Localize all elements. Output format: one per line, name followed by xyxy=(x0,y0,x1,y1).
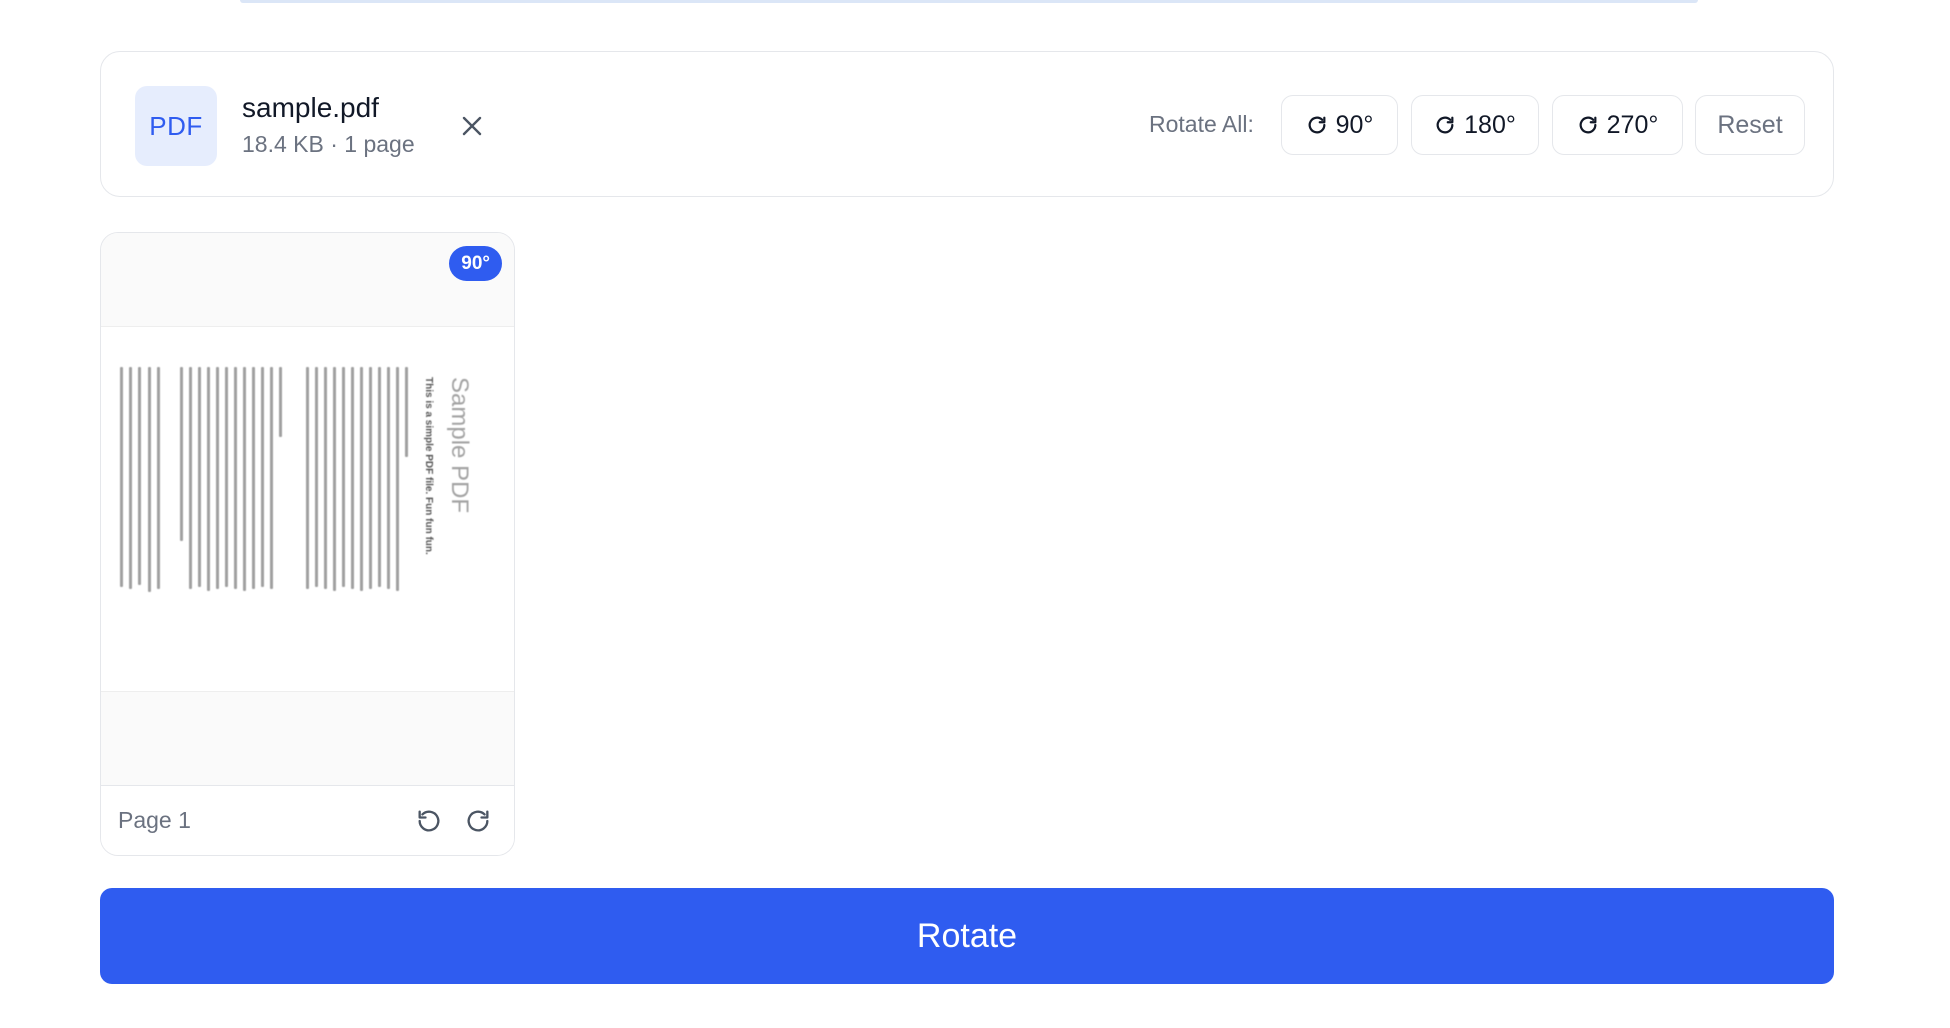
rotate-left-button[interactable] xyxy=(412,804,446,838)
close-icon xyxy=(462,116,482,136)
preview-text-line xyxy=(225,367,228,587)
preview-subtitle: This is a simple PDF file. Fun fun fun. xyxy=(423,377,434,555)
preview-text-line xyxy=(198,367,201,587)
rotate-all-270-label: 270° xyxy=(1606,110,1659,139)
preview-text-line xyxy=(396,367,399,591)
preview-text-line xyxy=(324,367,327,589)
remove-file-button[interactable] xyxy=(456,110,488,142)
preview-text-line xyxy=(138,367,141,585)
preview-text-line xyxy=(189,367,192,589)
page-label: Page 1 xyxy=(118,807,191,833)
preview-text-line xyxy=(129,367,132,589)
rotate-ccw-icon xyxy=(418,810,440,832)
rotate-all-180-button[interactable]: 180° xyxy=(1411,95,1539,155)
page-card[interactable]: This is a simple PDF file. Fun fun fun. … xyxy=(100,232,515,856)
rotate-submit-button[interactable]: Rotate xyxy=(100,888,1834,984)
file-meta: 18.4 KB · 1 page xyxy=(242,131,415,157)
preview-text-line xyxy=(315,367,318,587)
rotate-cw-icon xyxy=(1579,116,1597,134)
preview-text-line xyxy=(351,367,354,589)
preview-text-line xyxy=(120,367,123,587)
rotate-all-270-button[interactable]: 270° xyxy=(1552,95,1683,155)
preview-text-line xyxy=(216,367,219,589)
rotate-all-label: Rotate All: xyxy=(1149,111,1254,137)
top-divider xyxy=(240,0,1698,3)
preview-text-line xyxy=(279,367,282,437)
pdf-file-icon: PDF xyxy=(135,86,217,166)
preview-text-line xyxy=(207,367,210,591)
rotate-cw-icon xyxy=(467,810,489,832)
rotate-all-90-label: 90° xyxy=(1335,110,1374,139)
rotate-all-180-label: 180° xyxy=(1464,110,1516,139)
preview-text-line xyxy=(342,367,345,587)
page-footer: Page 1 xyxy=(101,785,514,855)
reset-label: Reset xyxy=(1717,110,1783,139)
pdf-badge-label: PDF xyxy=(149,110,203,141)
page-thumbnail: This is a simple PDF file. Fun fun fun. … xyxy=(101,233,514,785)
preview-text-line xyxy=(306,367,309,589)
preview-text-line xyxy=(405,367,408,457)
rotate-cw-icon xyxy=(1436,116,1454,134)
rotated-page-content xyxy=(120,367,420,652)
page-preview: This is a simple PDF file. Fun fun fun. … xyxy=(101,326,514,692)
preview-text-line xyxy=(369,367,372,589)
file-name: sample.pdf xyxy=(242,92,379,123)
preview-text-line xyxy=(180,367,183,541)
preview-title: Sample PDF xyxy=(446,377,473,514)
rotate-submit-label: Rotate xyxy=(916,916,1018,955)
file-card: PDF sample.pdf 18.4 KB · 1 page Rotate A… xyxy=(100,51,1834,197)
preview-text-line xyxy=(378,367,381,587)
rotate-cw-icon xyxy=(1308,116,1326,134)
preview-text-line xyxy=(157,367,160,589)
preview-text-line xyxy=(387,367,390,589)
rotate-right-button[interactable] xyxy=(461,804,495,838)
rotation-angle-badge: 90° xyxy=(449,246,502,281)
preview-text-line xyxy=(360,367,363,591)
preview-text-line xyxy=(261,367,264,587)
preview-text-line xyxy=(148,367,151,592)
rotate-all-90-button[interactable]: 90° xyxy=(1281,95,1398,155)
preview-text-line xyxy=(243,367,246,591)
reset-button[interactable]: Reset xyxy=(1695,95,1805,155)
preview-text-line xyxy=(333,367,336,591)
preview-text-line xyxy=(234,367,237,589)
preview-text-line xyxy=(270,367,273,589)
preview-text-line xyxy=(252,367,255,589)
